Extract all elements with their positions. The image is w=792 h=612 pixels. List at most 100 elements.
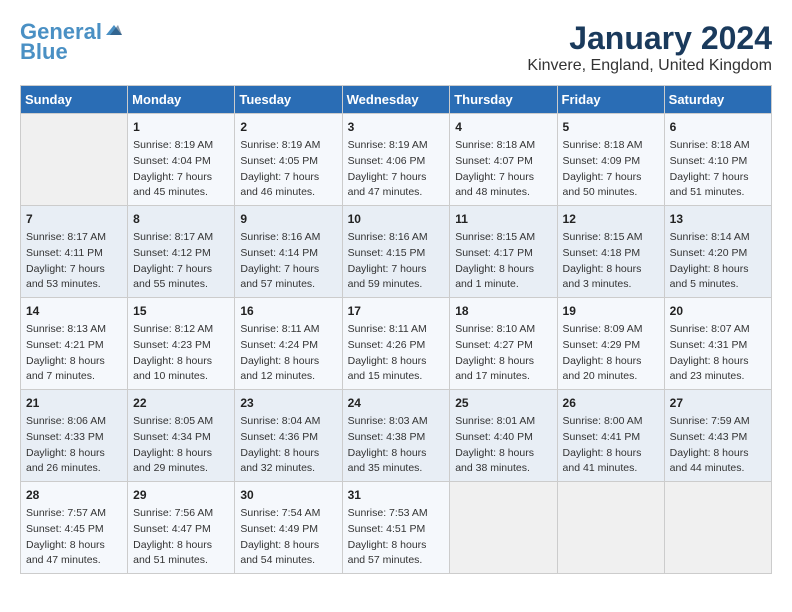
calendar-cell: 7 Sunrise: 8:17 AMSunset: 4:11 PMDaylight… <box>21 206 128 298</box>
day-detail: Sunrise: 8:05 AMSunset: 4:34 PMDaylight:… <box>133 414 229 477</box>
day-detail: Sunrise: 8:01 AMSunset: 4:40 PMDaylight:… <box>455 414 551 477</box>
day-number: 31 <box>348 486 445 504</box>
day-number: 11 <box>455 210 551 228</box>
day-detail: Sunrise: 8:06 AMSunset: 4:33 PMDaylight:… <box>26 414 122 477</box>
calendar-cell <box>450 482 557 574</box>
day-detail: Sunrise: 8:16 AMSunset: 4:14 PMDaylight:… <box>240 230 336 293</box>
calendar-cell: 6 Sunrise: 8:18 AMSunset: 4:10 PMDaylight… <box>664 114 771 206</box>
calendar-subtitle: Kinvere, England, United Kingdom <box>527 57 772 75</box>
calendar-cell: 8 Sunrise: 8:17 AMSunset: 4:12 PMDaylight… <box>128 206 235 298</box>
header-friday: Friday <box>557 86 664 114</box>
day-number: 15 <box>133 302 229 320</box>
calendar-title: January 2024 <box>527 20 772 57</box>
day-number: 3 <box>348 118 445 136</box>
calendar-cell: 21 Sunrise: 8:06 AMSunset: 4:33 PMDayligh… <box>21 390 128 482</box>
day-detail: Sunrise: 7:57 AMSunset: 4:45 PMDaylight:… <box>26 506 122 569</box>
calendar-cell <box>557 482 664 574</box>
calendar-cell: 24 Sunrise: 8:03 AMSunset: 4:38 PMDayligh… <box>342 390 450 482</box>
week-row-2: 7 Sunrise: 8:17 AMSunset: 4:11 PMDaylight… <box>21 206 772 298</box>
day-detail: Sunrise: 7:54 AMSunset: 4:49 PMDaylight:… <box>240 506 336 569</box>
week-row-3: 14Sunrise: 8:13 AMSunset: 4:21 PMDayligh… <box>21 298 772 390</box>
day-detail: Sunrise: 8:11 AMSunset: 4:26 PMDaylight:… <box>348 322 445 385</box>
day-detail: Sunrise: 7:59 AMSunset: 4:43 PMDaylight:… <box>670 414 766 477</box>
calendar-cell <box>21 114 128 206</box>
day-detail: Sunrise: 8:09 AMSunset: 4:29 PMDaylight:… <box>563 322 659 385</box>
header-monday: Monday <box>128 86 235 114</box>
calendar-cell: 9 Sunrise: 8:16 AMSunset: 4:14 PMDaylight… <box>235 206 342 298</box>
day-detail: Sunrise: 8:19 AMSunset: 4:06 PMDaylight:… <box>348 138 445 201</box>
logo-icon <box>104 21 122 39</box>
page-header: General Blue January 2024 Kinvere, Engla… <box>20 20 772 75</box>
title-block: January 2024 Kinvere, England, United Ki… <box>527 20 772 75</box>
day-number: 26 <box>563 394 659 412</box>
calendar-cell: 5Sunrise: 8:18 AMSunset: 4:09 PMDaylight… <box>557 114 664 206</box>
day-number: 13 <box>670 210 766 228</box>
calendar-cell: 22 Sunrise: 8:05 AMSunset: 4:34 PMDayligh… <box>128 390 235 482</box>
header-sunday: Sunday <box>21 86 128 114</box>
calendar-cell: 2 Sunrise: 8:19 AMSunset: 4:05 PMDaylight… <box>235 114 342 206</box>
day-detail: Sunrise: 8:17 AMSunset: 4:11 PMDaylight:… <box>26 230 122 293</box>
day-number: 7 <box>26 210 122 228</box>
calendar-cell: 30 Sunrise: 7:54 AMSunset: 4:49 PMDayligh… <box>235 482 342 574</box>
calendar-cell: 16 Sunrise: 8:11 AMSunset: 4:24 PMDayligh… <box>235 298 342 390</box>
calendar-cell: 19Sunrise: 8:09 AMSunset: 4:29 PMDayligh… <box>557 298 664 390</box>
calendar-cell: 3 Sunrise: 8:19 AMSunset: 4:06 PMDaylight… <box>342 114 450 206</box>
calendar-cell: 17 Sunrise: 8:11 AMSunset: 4:26 PMDayligh… <box>342 298 450 390</box>
calendar-cell: 13 Sunrise: 8:14 AMSunset: 4:20 PMDayligh… <box>664 206 771 298</box>
day-number: 28 <box>26 486 122 504</box>
day-detail: Sunrise: 7:56 AMSunset: 4:47 PMDaylight:… <box>133 506 229 569</box>
day-number: 29 <box>133 486 229 504</box>
day-number: 22 <box>133 394 229 412</box>
day-detail: Sunrise: 8:00 AMSunset: 4:41 PMDaylight:… <box>563 414 659 477</box>
calendar-cell <box>664 482 771 574</box>
day-detail: Sunrise: 8:10 AMSunset: 4:27 PMDaylight:… <box>455 322 551 385</box>
day-number: 8 <box>133 210 229 228</box>
day-number: 9 <box>240 210 336 228</box>
calendar-cell: 20 Sunrise: 8:07 AMSunset: 4:31 PMDayligh… <box>664 298 771 390</box>
day-number: 30 <box>240 486 336 504</box>
calendar-cell: 25Sunrise: 8:01 AMSunset: 4:40 PMDayligh… <box>450 390 557 482</box>
day-detail: Sunrise: 8:15 AMSunset: 4:18 PMDaylight:… <box>563 230 659 293</box>
calendar-cell: 27Sunrise: 7:59 AMSunset: 4:43 PMDayligh… <box>664 390 771 482</box>
day-number: 12 <box>563 210 659 228</box>
day-detail: Sunrise: 8:11 AMSunset: 4:24 PMDaylight:… <box>240 322 336 385</box>
header-thursday: Thursday <box>450 86 557 114</box>
day-number: 6 <box>670 118 766 136</box>
day-detail: Sunrise: 7:53 AMSunset: 4:51 PMDaylight:… <box>348 506 445 569</box>
day-detail: Sunrise: 8:18 AMSunset: 4:07 PMDaylight:… <box>455 138 551 201</box>
calendar-cell: 26 Sunrise: 8:00 AMSunset: 4:41 PMDayligh… <box>557 390 664 482</box>
day-detail: Sunrise: 8:03 AMSunset: 4:38 PMDaylight:… <box>348 414 445 477</box>
logo: General Blue <box>20 20 122 64</box>
day-detail: Sunrise: 8:18 AMSunset: 4:10 PMDaylight:… <box>670 138 766 201</box>
day-number: 1 <box>133 118 229 136</box>
day-detail: Sunrise: 8:14 AMSunset: 4:20 PMDaylight:… <box>670 230 766 293</box>
calendar-cell: 28 Sunrise: 7:57 AMSunset: 4:45 PMDayligh… <box>21 482 128 574</box>
day-number: 24 <box>348 394 445 412</box>
calendar-cell: 12 Sunrise: 8:15 AMSunset: 4:18 PMDayligh… <box>557 206 664 298</box>
day-detail: Sunrise: 8:19 AMSunset: 4:05 PMDaylight:… <box>240 138 336 201</box>
calendar-cell: 29 Sunrise: 7:56 AMSunset: 4:47 PMDayligh… <box>128 482 235 574</box>
day-number: 23 <box>240 394 336 412</box>
calendar-cell: 15Sunrise: 8:12 AMSunset: 4:23 PMDayligh… <box>128 298 235 390</box>
day-detail: Sunrise: 8:13 AMSunset: 4:21 PMDaylight:… <box>26 322 122 385</box>
day-number: 2 <box>240 118 336 136</box>
day-detail: Sunrise: 8:04 AMSunset: 4:36 PMDaylight:… <box>240 414 336 477</box>
day-detail: Sunrise: 8:17 AMSunset: 4:12 PMDaylight:… <box>133 230 229 293</box>
day-number: 17 <box>348 302 445 320</box>
header-saturday: Saturday <box>664 86 771 114</box>
calendar-cell: 1Sunrise: 8:19 AMSunset: 4:04 PMDaylight… <box>128 114 235 206</box>
calendar-cell: 31 Sunrise: 7:53 AMSunset: 4:51 PMDayligh… <box>342 482 450 574</box>
day-number: 21 <box>26 394 122 412</box>
calendar-cell: 23 Sunrise: 8:04 AMSunset: 4:36 PMDayligh… <box>235 390 342 482</box>
day-number: 20 <box>670 302 766 320</box>
calendar-table: SundayMondayTuesdayWednesdayThursdayFrid… <box>20 85 772 574</box>
day-detail: Sunrise: 8:18 AMSunset: 4:09 PMDaylight:… <box>563 138 659 201</box>
day-number: 4 <box>455 118 551 136</box>
calendar-cell: 18 Sunrise: 8:10 AMSunset: 4:27 PMDayligh… <box>450 298 557 390</box>
day-number: 10 <box>348 210 445 228</box>
header-wednesday: Wednesday <box>342 86 450 114</box>
day-detail: Sunrise: 8:07 AMSunset: 4:31 PMDaylight:… <box>670 322 766 385</box>
day-number: 18 <box>455 302 551 320</box>
week-row-5: 28 Sunrise: 7:57 AMSunset: 4:45 PMDayligh… <box>21 482 772 574</box>
day-number: 16 <box>240 302 336 320</box>
